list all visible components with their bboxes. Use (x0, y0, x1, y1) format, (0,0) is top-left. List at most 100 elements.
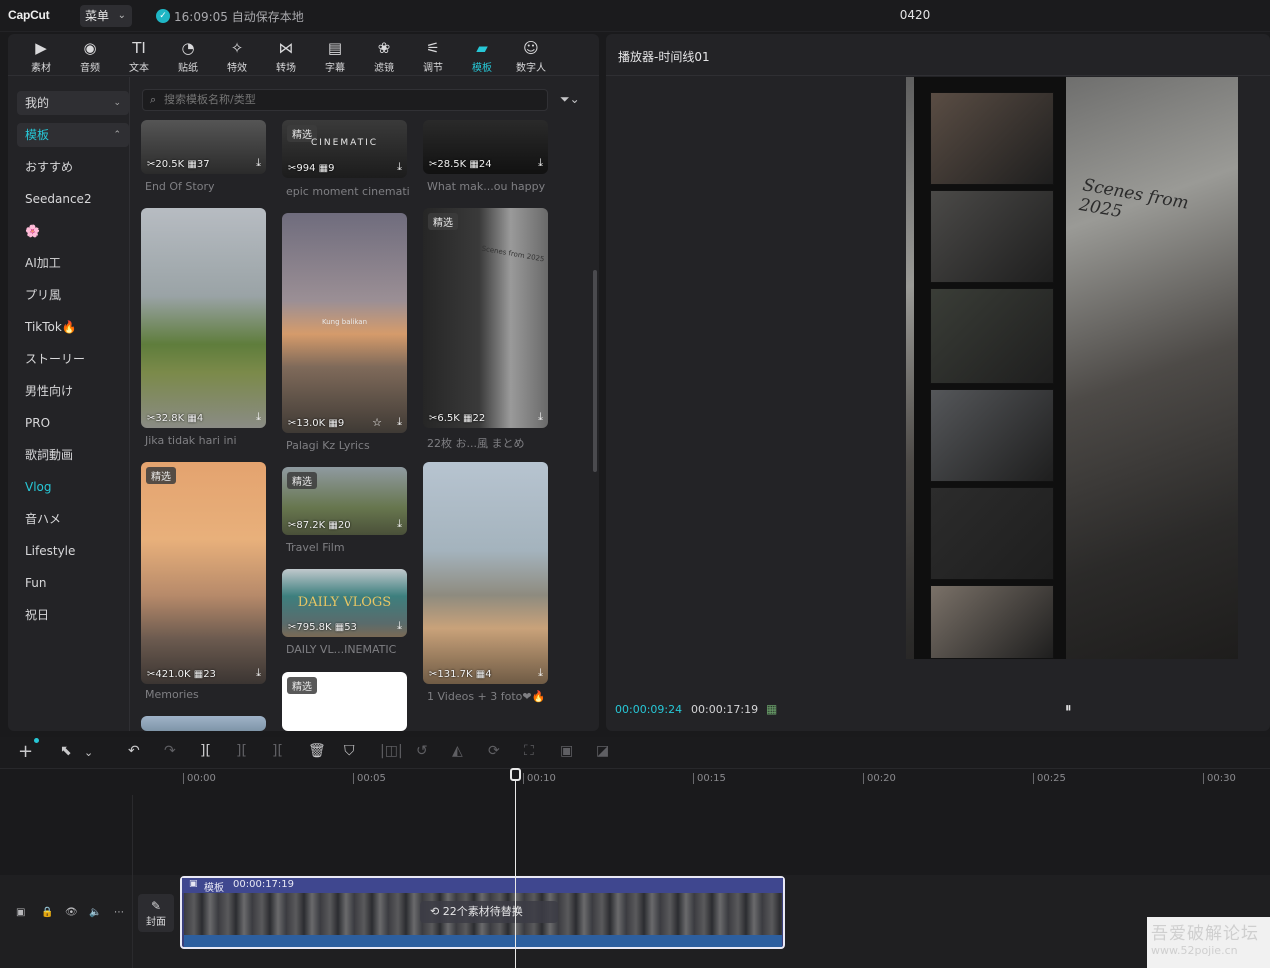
more-icon[interactable]: ⋯ (114, 907, 124, 918)
menu-button[interactable]: 菜单 ⌄ (80, 5, 132, 27)
tool-adjust[interactable]: ⚟ 调节 (413, 38, 453, 74)
project-title[interactable]: 0420 (880, 8, 950, 22)
cover-button[interactable]: ✎ 封面 (138, 894, 174, 932)
sidebar-item-16[interactable]: 祝日 (17, 603, 129, 627)
template-title[interactable]: Memories (145, 688, 199, 701)
template-card[interactable]: 精选 ✂421.0K ▦23 ⤓ (141, 462, 266, 684)
download-icon[interactable]: ⤓ (538, 666, 543, 680)
favorite-icon[interactable]: ☆ (372, 416, 382, 429)
template-card[interactable]: ✂131.7K ▦4 ⤓ (423, 462, 548, 684)
download-icon[interactable]: ⤓ (397, 517, 402, 531)
chevron-down-icon[interactable]: ⌄ (84, 746, 93, 759)
playhead[interactable] (515, 770, 516, 968)
replace-materials-button[interactable]: ⟲ 22个素材待替换 (420, 901, 558, 923)
download-icon[interactable]: ⤓ (256, 410, 261, 424)
clip-audio-bar (184, 935, 782, 947)
notification-dot (34, 738, 39, 743)
sidebar-item-1[interactable]: 模板 ⌃ (17, 123, 129, 147)
undo-icon[interactable]: ↶ (128, 743, 140, 759)
tool-filter[interactable]: ❀ 滤镜 (364, 38, 404, 74)
sidebar-item-8[interactable]: ストーリー (17, 347, 129, 371)
audio-extract-icon[interactable]: ◪ (596, 743, 609, 759)
speaker-icon[interactable]: 🔈 (89, 907, 101, 918)
template-title[interactable]: 22枚 お...風 まとめ (427, 435, 524, 451)
template-title[interactable]: Travel Film (286, 541, 345, 554)
template-card[interactable]: 精选 ✂87.2K ▦20 ⤓ (282, 467, 407, 535)
download-icon[interactable]: ⤓ (538, 410, 543, 424)
split-left-icon[interactable]: ][ (236, 743, 247, 759)
template-card[interactable]: ✂28.5K ▦24 ⤓ (423, 120, 548, 174)
filter-icon[interactable]: ⏷⌄ (560, 92, 580, 107)
playhead-handle[interactable] (510, 768, 521, 781)
player-title: 播放器-时间线01 (618, 50, 710, 64)
template-title[interactable]: DAILY VL...INEMATIC (286, 643, 396, 656)
template-title[interactable]: epic moment cinemati (286, 185, 410, 198)
lock-icon[interactable]: 🔒 (41, 907, 53, 918)
sidebar-item-0[interactable]: 我的 ⌄ (17, 91, 129, 115)
delete-icon[interactable]: 🗑 (308, 743, 326, 759)
tool-audio[interactable]: ◉ 音频 (70, 38, 110, 74)
timecode-grid-icon[interactable]: ▦ (766, 702, 777, 716)
template-title[interactable]: What mak...ou happy (427, 180, 545, 193)
template-title[interactable]: End Of Story (145, 180, 215, 193)
marker-icon[interactable]: ⛉ (344, 743, 355, 759)
download-icon[interactable]: ⤓ (397, 415, 402, 429)
tool-sticker[interactable]: ◔ 贴纸 (168, 38, 208, 74)
template-card[interactable]: Kung balikan ✂13.0K ▦9 ⤓ ☆ (282, 213, 407, 433)
download-icon[interactable]: ⤓ (538, 156, 543, 170)
tool-effects[interactable]: ✧ 特效 (217, 38, 257, 74)
track-cover-toggle-icon[interactable]: ▣ (16, 907, 25, 918)
sidebar-item-14[interactable]: Lifestyle (17, 539, 129, 563)
total-time: 00:00:17:19 (691, 703, 759, 716)
download-icon[interactable]: ⤓ (256, 156, 261, 170)
tool-captions[interactable]: ▤ 字幕 (315, 38, 355, 74)
scrollbar[interactable] (593, 270, 597, 472)
redo-icon[interactable]: ↷ (164, 743, 176, 759)
download-icon[interactable]: ⤓ (397, 160, 402, 174)
sidebar-item-7[interactable]: TikTok🔥 (17, 315, 129, 339)
sidebar-item-9[interactable]: 男性向け (17, 379, 129, 403)
mirror-icon[interactable]: ◭ (452, 743, 463, 759)
sidebar-item-11[interactable]: 歌詞動画 (17, 443, 129, 467)
freeze-icon[interactable]: |◫| (380, 743, 403, 759)
eye-icon[interactable]: 👁 (65, 907, 78, 918)
sidebar-item-10[interactable]: PRO (17, 411, 129, 435)
tool-label: 调节 (423, 63, 443, 74)
download-icon[interactable]: ⤓ (256, 666, 261, 680)
template-card[interactable]: 精选 CINEMATIC ✂994 ▦9 ⤓ (282, 120, 407, 178)
sidebar-item-6[interactable]: プリ風 (17, 283, 129, 307)
sidebar-item-13[interactable]: 音ハメ (17, 507, 129, 531)
tool-avatar[interactable]: ☺ 数字人 (511, 38, 551, 74)
split-icon[interactable]: ][ (200, 743, 211, 759)
template-card[interactable] (141, 716, 266, 731)
pause-icon[interactable]: ⏸ (1065, 701, 1072, 716)
rotate-icon[interactable]: ⟳ (488, 743, 500, 759)
sidebar-item-5[interactable]: AI加工 (17, 251, 129, 275)
split-right-icon[interactable]: ][ (272, 743, 283, 759)
download-icon[interactable]: ⤓ (397, 619, 402, 633)
tool-transition[interactable]: ⋈ 转场 (266, 38, 306, 74)
auto-reframe-icon[interactable]: ▣ (560, 743, 573, 759)
template-title[interactable]: 1 Videos + 3 foto❤🔥 (427, 690, 545, 703)
sidebar-item-3[interactable]: Seedance2 (17, 187, 129, 211)
template-card[interactable]: ✂20.5K ▦37 ⤓ (141, 120, 266, 174)
template-title[interactable]: Jika tidak hari ini (145, 434, 237, 447)
sidebar-item-12[interactable]: Vlog (17, 475, 129, 499)
template-title[interactable]: Palagi Kz Lyrics (286, 439, 370, 452)
tool-media[interactable]: ▶ 素材 (21, 38, 61, 74)
template-card[interactable]: 精选 (282, 672, 407, 731)
usage-stats: ✂13.0K ▦9 (288, 418, 345, 429)
template-card[interactable]: 精选 Scenes from 2025 ✂6.5K ▦22 ⤓ (423, 208, 548, 428)
search-input[interactable] (164, 93, 524, 106)
reverse-icon[interactable]: ↺ (416, 743, 428, 759)
select-tool-icon[interactable]: ⬉ (60, 743, 72, 759)
crop-icon[interactable]: ⛶ (524, 743, 534, 759)
tool-template[interactable]: ▰ 模板 (462, 38, 502, 74)
sidebar-item-4[interactable]: 🌸 (17, 219, 129, 243)
add-track-icon[interactable]: + (18, 741, 33, 762)
template-card[interactable]: DAILY VLOGS ✂795.8K ▦53 ⤓ (282, 569, 407, 637)
tool-text[interactable]: TI 文本 (119, 38, 159, 74)
template-card[interactable]: ✂32.8K ▦4 ⤓ (141, 208, 266, 428)
sidebar-item-2[interactable]: おすすめ (17, 155, 129, 179)
sidebar-item-15[interactable]: Fun (17, 571, 129, 595)
